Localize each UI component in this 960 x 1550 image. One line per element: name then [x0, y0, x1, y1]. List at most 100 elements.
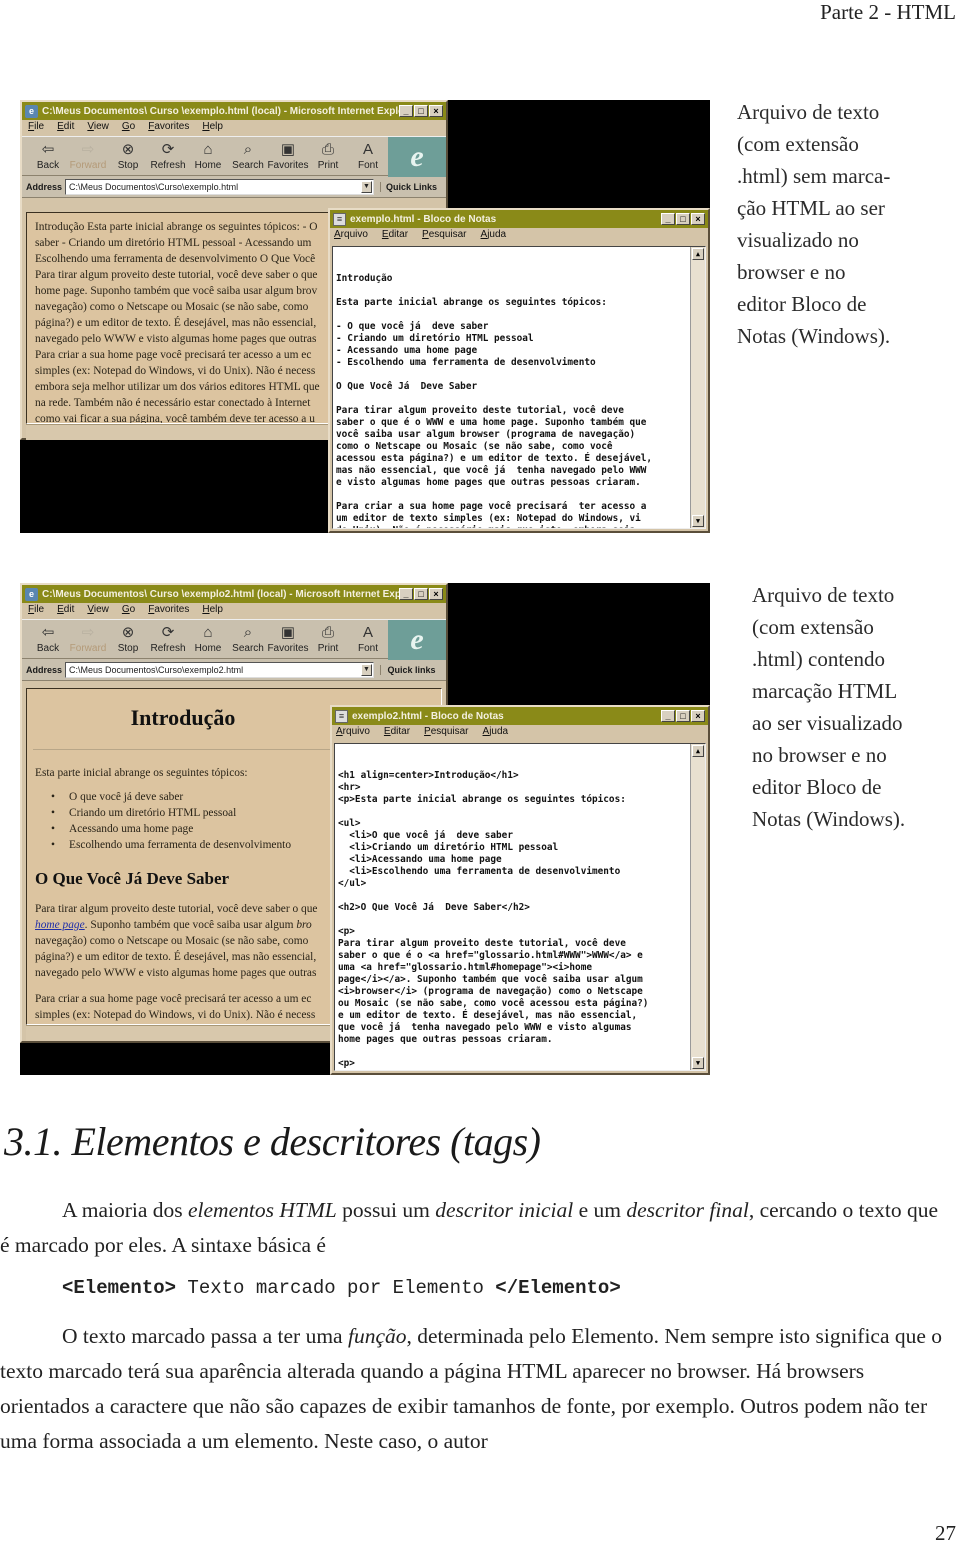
menu-edit[interactable]: Edit [57, 121, 74, 135]
close-button[interactable]: × [429, 105, 443, 117]
text-line: navegado pelo WWW e visto algumas home p… [35, 333, 317, 345]
menu-arquivo[interactable]: Arquivo [334, 229, 368, 243]
menu-file[interactable]: File [28, 121, 44, 135]
menu-pesquisar[interactable]: Pesquisar [422, 229, 466, 243]
text-line: simples (ex: Notepad do Windows, vi do U… [35, 365, 316, 377]
refresh-button[interactable]: ⟳ Refresh [148, 624, 188, 654]
menu-favorites[interactable]: Favorites [148, 121, 189, 135]
code-close-tag: </Elemento> [495, 1277, 621, 1299]
vertical-scrollbar[interactable]: ▲ ▼ [690, 247, 705, 528]
font-icon: A [362, 624, 373, 641]
favorites-button[interactable]: ▣ Favorites [267, 141, 308, 171]
back-label: Back [36, 160, 60, 171]
refresh-button[interactable]: ⟳ Refresh [148, 141, 188, 171]
menu-arquivo[interactable]: Arquivo [336, 726, 370, 740]
address-bar: Address C:\Meus Documentos\Curso\exemplo… [22, 659, 446, 681]
minimize-button[interactable]: _ [399, 588, 413, 600]
minimize-button[interactable]: _ [661, 710, 675, 722]
close-button[interactable]: × [429, 588, 443, 600]
back-button[interactable]: ⇦ Back [28, 624, 68, 654]
home-page-link[interactable]: home page [35, 919, 85, 931]
italic-term: descritor final [626, 1198, 749, 1222]
maximize-button[interactable]: □ [414, 588, 428, 600]
text-span: O texto marcado passa a ter uma [62, 1324, 348, 1348]
notepad-titlebar: ≡ exemplo.html - Bloco de Notas _ □ × [330, 210, 708, 228]
favorites-icon: ▣ [280, 624, 296, 641]
menu-view[interactable]: View [87, 604, 109, 618]
figure-2-screenshot: e C:\Meus Documentos\ Curso \exemplo2.ht… [20, 583, 710, 1075]
menu-pesquisar[interactable]: Pesquisar [424, 726, 468, 740]
menu-ajuda[interactable]: Ajuda [483, 726, 509, 740]
notepad-app-icon: ≡ [333, 212, 346, 226]
page-number: 27 [935, 1521, 956, 1545]
minimize-button[interactable]: _ [399, 105, 413, 117]
menu-editar[interactable]: Editar [384, 726, 410, 740]
address-value: C:\Meus Documentos\Curso\exemplo.html [69, 181, 239, 192]
text-line: Para criar a sua home page você precisar… [35, 349, 312, 361]
search-button[interactable]: ⌕ Search [228, 141, 268, 171]
forward-button[interactable]: ⇨ Forward [68, 624, 108, 654]
stop-button[interactable]: ⊗ Stop [108, 141, 148, 171]
quick-links-button[interactable]: Quick links [380, 664, 442, 675]
code-open-tag: <Elemento> [62, 1277, 177, 1299]
back-button[interactable]: ⇦ Back [28, 141, 68, 171]
address-input[interactable]: C:\Meus Documentos\Curso\exemplo.html ▼ [65, 178, 374, 195]
chevron-down-icon[interactable]: ▼ [361, 663, 372, 676]
minimize-button[interactable]: _ [661, 213, 675, 225]
home-button[interactable]: ⌂ Home [188, 141, 228, 171]
print-button[interactable]: ⎙ Print [308, 624, 348, 654]
maximize-button[interactable]: □ [414, 105, 428, 117]
print-label: Print [317, 160, 339, 171]
close-button[interactable]: × [691, 213, 705, 225]
italic-span: bro [296, 919, 312, 931]
menu-help[interactable]: Help [202, 121, 223, 135]
menu-edit[interactable]: Edit [57, 604, 74, 618]
font-button[interactable]: A Font [348, 141, 388, 171]
menu-favorites[interactable]: Favorites [148, 604, 189, 618]
vertical-scrollbar[interactable]: ▲ ▼ [690, 744, 705, 1070]
close-button[interactable]: × [691, 710, 705, 722]
text-span: . Suponho também que você saiba usar alg… [84, 919, 297, 931]
back-arrow-icon: ⇦ [41, 141, 55, 158]
notepad-text-area[interactable]: <h1 align=center>Introdução</h1> <hr> <p… [334, 743, 706, 1071]
font-button[interactable]: A Font [348, 624, 388, 654]
text-span: e um [573, 1198, 627, 1222]
running-header: Parte 2 - HTML [820, 0, 956, 24]
text-line: home page. Suponho também que você saiba… [35, 917, 335, 933]
home-label: Home [194, 643, 222, 654]
menu-ajuda[interactable]: Ajuda [481, 229, 507, 243]
menu-file[interactable]: File [28, 604, 44, 618]
intro-paragraph: Esta parte inicial abrange os seguintes … [35, 767, 248, 779]
address-input[interactable]: C:\Meus Documentos\Curso\exemplo2.html ▼ [65, 661, 374, 678]
list-item: Criando um diretório HTML pessoal [51, 805, 291, 821]
quick-links-button[interactable]: Quick Links [380, 181, 442, 192]
notepad-menubar: Arquivo Editar Pesquisar Ajuda [330, 228, 708, 244]
search-label: Search [232, 643, 264, 654]
refresh-icon: ⟳ [161, 624, 175, 641]
maximize-button[interactable]: □ [676, 213, 690, 225]
favorites-button[interactable]: ▣ Favorites [267, 624, 308, 654]
menu-help[interactable]: Help [202, 604, 223, 618]
menu-editar[interactable]: Editar [382, 229, 408, 243]
maximize-button[interactable]: □ [676, 710, 690, 722]
scroll-up-icon[interactable]: ▲ [692, 248, 704, 260]
search-button[interactable]: ⌕ Search [228, 624, 268, 654]
forward-button[interactable]: ⇨ Forward [68, 141, 108, 171]
search-icon: ⌕ [243, 624, 253, 641]
menu-view[interactable]: View [87, 121, 109, 135]
home-button[interactable]: ⌂ Home [188, 624, 228, 654]
text-line: na rede. Também não é necessário estar c… [35, 397, 311, 409]
text-line: Escolhendo uma ferramenta de desenvolvim… [35, 253, 316, 265]
print-button[interactable]: ⎙ Print [308, 141, 348, 171]
italic-term: elementos HTML [188, 1198, 337, 1222]
notepad-titlebar: ≡ exemplo2.html - Bloco de Notas _ □ × [332, 707, 708, 725]
notepad-text-area[interactable]: Introdução Esta parte inicial abrange os… [332, 246, 706, 529]
menu-go[interactable]: Go [122, 121, 135, 135]
scroll-down-icon[interactable]: ▼ [692, 515, 704, 527]
menu-go[interactable]: Go [122, 604, 135, 618]
chevron-down-icon[interactable]: ▼ [361, 180, 372, 193]
scroll-up-icon[interactable]: ▲ [692, 745, 704, 757]
scroll-down-icon[interactable]: ▼ [692, 1057, 704, 1069]
forward-arrow-icon: ⇨ [81, 141, 95, 158]
stop-button[interactable]: ⊗ Stop [108, 624, 148, 654]
